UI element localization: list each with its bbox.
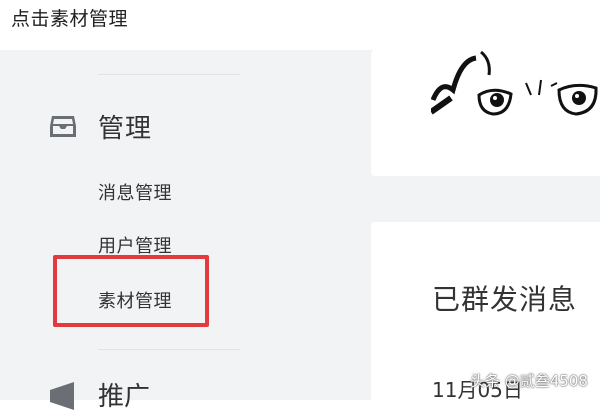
sidebar xyxy=(13,50,359,400)
sidebar-item-messages[interactable]: 消息管理 xyxy=(98,179,172,205)
sidebar-divider-top xyxy=(98,74,240,75)
watermark-text: 头条 @贰叁4508 xyxy=(470,372,588,390)
megaphone-icon xyxy=(50,382,74,410)
sidebar-group-manage[interactable]: 管理 xyxy=(98,108,152,145)
highlight-box xyxy=(53,255,209,327)
sidebar-group-promotion[interactable]: 推广 xyxy=(98,376,150,413)
meme-face-image xyxy=(431,50,598,116)
section-title: 已群发消息 xyxy=(432,283,578,316)
caption-text: 点击素材管理 xyxy=(11,8,129,30)
inbox-icon xyxy=(50,116,76,137)
sidebar-divider-bottom xyxy=(98,349,240,350)
